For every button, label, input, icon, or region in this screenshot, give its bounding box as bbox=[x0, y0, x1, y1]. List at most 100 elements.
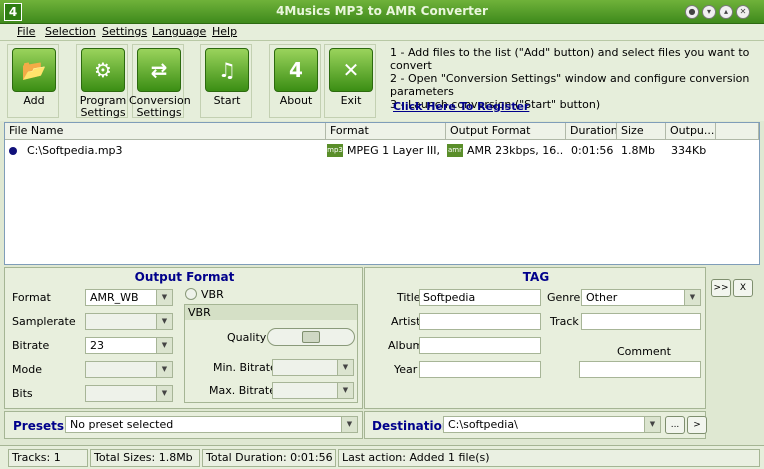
menu-selection[interactable]: Selection bbox=[45, 25, 96, 38]
menu-bar: File Selection Settings Language Help bbox=[0, 24, 764, 41]
column-output-format[interactable]: Output Format bbox=[446, 123, 566, 140]
vbr-group-title: VBR bbox=[185, 305, 357, 320]
menu-help[interactable]: Help bbox=[212, 25, 237, 38]
presets-value: No preset selected bbox=[70, 418, 174, 431]
destination-value: C:\softpedia\ bbox=[448, 418, 518, 431]
cell-size: 1.8Mb bbox=[621, 144, 655, 157]
samplerate-select[interactable]: ▼ bbox=[85, 313, 173, 330]
status-duration: Total Duration: 0:01:56 bbox=[202, 449, 336, 467]
format-label: Format bbox=[12, 291, 51, 304]
bitrate-label: Bitrate bbox=[12, 339, 50, 352]
max-bitrate-select[interactable]: ▼ bbox=[272, 382, 354, 399]
destination-label: Destination bbox=[372, 419, 451, 433]
status-bar: Tracks: 1 Total Sizes: 1.8Mb Total Durat… bbox=[0, 445, 764, 469]
bitrate-select[interactable]: 23 ▼ bbox=[85, 337, 173, 354]
artist-input[interactable] bbox=[419, 313, 541, 330]
status-tracks: Tracks: 1 bbox=[8, 449, 88, 467]
column-format[interactable]: Format bbox=[326, 123, 446, 140]
track-label: Track bbox=[550, 315, 579, 328]
column-output[interactable]: Outpu... bbox=[666, 123, 716, 140]
browse-button[interactable]: ... bbox=[665, 416, 685, 434]
samplerate-label: Samplerate bbox=[12, 315, 76, 328]
tag-title: TAG bbox=[522, 270, 550, 284]
start-button[interactable]: ♫ Start bbox=[200, 44, 252, 118]
format-select[interactable]: AMR_WB ▼ bbox=[85, 289, 173, 306]
title-bar: 4 4Musics MP3 to AMR Converter ● ▾ ▴ ✕ bbox=[0, 0, 764, 24]
presets-select[interactable]: No preset selected ▼ bbox=[65, 416, 358, 433]
chevron-down-icon: ▼ bbox=[337, 360, 353, 375]
quality-slider-thumb[interactable] bbox=[302, 331, 320, 343]
file-status-icon bbox=[9, 147, 17, 155]
file-list[interactable]: File Name Format Output Format Duration … bbox=[4, 122, 760, 265]
chevron-down-icon: ▼ bbox=[337, 383, 353, 398]
min-bitrate-select[interactable]: ▼ bbox=[272, 359, 354, 376]
register-link[interactable]: Click Here To Register bbox=[393, 100, 529, 113]
max-bitrate-label: Max. Bitrate bbox=[209, 384, 276, 397]
quality-label: Quality bbox=[227, 331, 267, 344]
output-format-title: Output Format bbox=[134, 270, 235, 284]
min-bitrate-label: Min. Bitrate bbox=[213, 361, 277, 374]
window-title: 4Musics MP3 to AMR Converter bbox=[276, 4, 488, 18]
program-settings-button[interactable]: ⚙ Program Settings bbox=[76, 44, 128, 119]
add-button[interactable]: 📂 Add bbox=[7, 44, 59, 118]
conversion-settings-label: Conversion Settings bbox=[129, 94, 191, 119]
cell-output-format: AMR 23kbps, 16... bbox=[467, 144, 563, 157]
presets-label: Presets bbox=[13, 419, 65, 433]
menu-language[interactable]: Language bbox=[152, 25, 206, 38]
settings-icon: ⚙ bbox=[81, 48, 125, 92]
chevron-down-icon: ▼ bbox=[156, 290, 172, 305]
cell-format: MPEG 1 Layer III, ... bbox=[347, 144, 443, 157]
chevron-down-icon: ▼ bbox=[156, 386, 172, 401]
column-file-name[interactable]: File Name bbox=[5, 123, 326, 140]
year-input[interactable] bbox=[419, 361, 541, 378]
album-input[interactable] bbox=[419, 337, 541, 354]
table-row[interactable]: C:\Softpedia.mp3 mp3 MPEG 1 Layer III, .… bbox=[5, 142, 759, 160]
exit-icon: ✕ bbox=[329, 48, 373, 92]
mode-select[interactable]: ▼ bbox=[85, 361, 173, 378]
year-label: Year bbox=[394, 363, 418, 376]
instruction-1: 1 - Add files to the list ("Add" button)… bbox=[390, 46, 750, 72]
column-size[interactable]: Size bbox=[617, 123, 666, 140]
status-last-action: Last action: Added 1 file(s) bbox=[338, 449, 760, 467]
column-duration[interactable]: Duration bbox=[566, 123, 617, 140]
open-destination-button[interactable]: > bbox=[687, 416, 707, 434]
column-blank bbox=[716, 123, 759, 140]
genre-label: Genre bbox=[547, 291, 581, 304]
bits-label: Bits bbox=[12, 387, 33, 400]
bits-select[interactable]: ▼ bbox=[85, 385, 173, 402]
menu-circle-icon[interactable]: ● bbox=[685, 5, 699, 19]
expand-button[interactable]: >> bbox=[711, 279, 731, 297]
vbr-checkbox-label: VBR bbox=[201, 288, 224, 301]
exit-button[interactable]: ✕ Exit bbox=[324, 44, 376, 118]
about-icon: 4 bbox=[274, 48, 318, 92]
conversion-settings-button[interactable]: ⇄ Conversion Settings bbox=[129, 44, 191, 119]
title-input[interactable]: Softpedia bbox=[419, 289, 541, 306]
program-settings-label: Program Settings bbox=[79, 94, 127, 119]
quality-slider[interactable] bbox=[267, 328, 355, 346]
presets-panel: Presets No preset selected ▼ bbox=[4, 411, 363, 439]
menu-file[interactable]: File bbox=[17, 25, 35, 38]
destination-select[interactable]: C:\softpedia\ ▼ bbox=[443, 416, 661, 433]
start-label: Start bbox=[213, 94, 241, 107]
comment-label: Comment bbox=[617, 345, 671, 358]
minimize-icon[interactable]: ▴ bbox=[719, 5, 733, 19]
chevron-down-icon: ▼ bbox=[341, 417, 357, 432]
album-label: Album bbox=[388, 339, 424, 352]
genre-select[interactable]: Other ▼ bbox=[581, 289, 701, 306]
conversion-icon: ⇄ bbox=[137, 48, 181, 92]
close-icon[interactable]: ✕ bbox=[736, 5, 750, 19]
bitrate-value: 23 bbox=[90, 339, 104, 352]
chevron-down-icon: ▼ bbox=[156, 338, 172, 353]
add-label: Add bbox=[23, 94, 45, 107]
rollup-icon[interactable]: ▾ bbox=[702, 5, 716, 19]
instruction-2: 2 - Open "Conversion Settings" window an… bbox=[390, 72, 750, 98]
close-panel-button[interactable]: X bbox=[733, 279, 753, 297]
cell-duration: 0:01:56 bbox=[571, 144, 614, 157]
about-button[interactable]: 4 About bbox=[269, 44, 321, 118]
chevron-down-icon: ▼ bbox=[156, 362, 172, 377]
vbr-checkbox[interactable] bbox=[185, 288, 197, 300]
comment-input[interactable] bbox=[579, 361, 701, 378]
menu-settings[interactable]: Settings bbox=[102, 25, 147, 38]
genre-value: Other bbox=[586, 291, 618, 304]
track-input[interactable] bbox=[581, 313, 701, 330]
